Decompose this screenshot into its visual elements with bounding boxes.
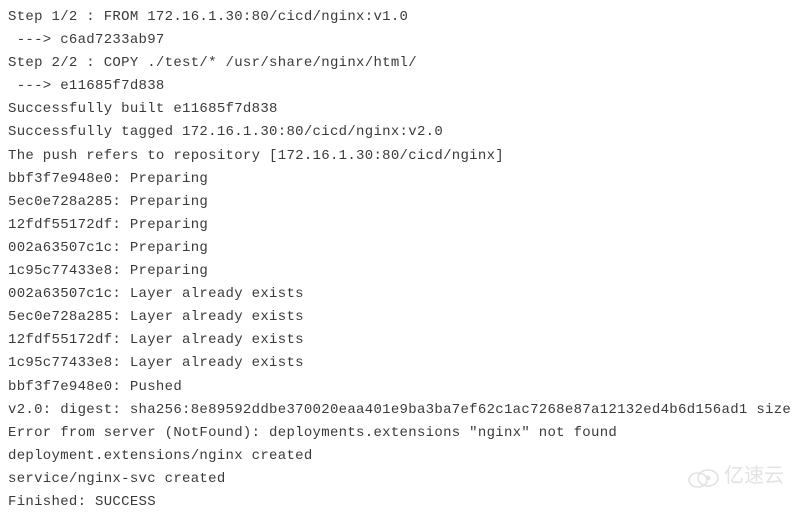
log-line: bbf3f7e948e0: Pushed <box>8 376 786 399</box>
log-line: deployment.extensions/nginx created <box>8 445 786 468</box>
log-line: 002a63507c1c: Layer already exists <box>8 283 786 306</box>
log-line: ---> c6ad7233ab97 <box>8 29 786 52</box>
log-line: The push refers to repository [172.16.1.… <box>8 145 786 168</box>
log-line: Finished: SUCCESS <box>8 491 786 514</box>
log-line: 1c95c77433e8: Preparing <box>8 260 786 283</box>
cloud-icon <box>686 466 720 488</box>
log-line: Step 1/2 : FROM 172.16.1.30:80/cicd/ngin… <box>8 6 786 29</box>
log-line: v2.0: digest: sha256:8e89592ddbe370020ea… <box>8 399 786 422</box>
log-line: bbf3f7e948e0: Preparing <box>8 168 786 191</box>
log-line: 1c95c77433e8: Layer already exists <box>8 352 786 375</box>
log-line: Step 2/2 : COPY ./test/* /usr/share/ngin… <box>8 52 786 75</box>
log-line: Successfully built e11685f7d838 <box>8 98 786 121</box>
watermark-text: 亿速云 <box>724 460 784 493</box>
log-line: 12fdf55172df: Layer already exists <box>8 329 786 352</box>
log-line: 002a63507c1c: Preparing <box>8 237 786 260</box>
watermark: 亿速云 <box>686 460 784 493</box>
log-line: service/nginx-svc created <box>8 468 786 491</box>
log-line: Error from server (NotFound): deployment… <box>8 422 786 445</box>
console-output: Step 1/2 : FROM 172.16.1.30:80/cicd/ngin… <box>8 6 786 514</box>
log-line: ---> e11685f7d838 <box>8 75 786 98</box>
log-line: 12fdf55172df: Preparing <box>8 214 786 237</box>
log-line: 5ec0e728a285: Preparing <box>8 191 786 214</box>
log-line: 5ec0e728a285: Layer already exists <box>8 306 786 329</box>
log-line: Successfully tagged 172.16.1.30:80/cicd/… <box>8 121 786 144</box>
